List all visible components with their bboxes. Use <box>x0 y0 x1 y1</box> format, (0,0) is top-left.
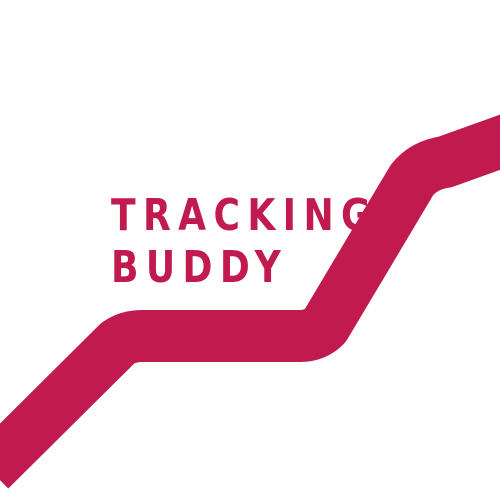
brand-wordmark: TRACKING BUDDY <box>111 190 378 294</box>
trend-line-stroke <box>0 114 500 489</box>
logo-canvas: TRACKING BUDDY <box>0 0 500 500</box>
brand-line-1: TRACKING <box>111 190 379 241</box>
brand-line-2: BUDDY <box>111 242 289 293</box>
